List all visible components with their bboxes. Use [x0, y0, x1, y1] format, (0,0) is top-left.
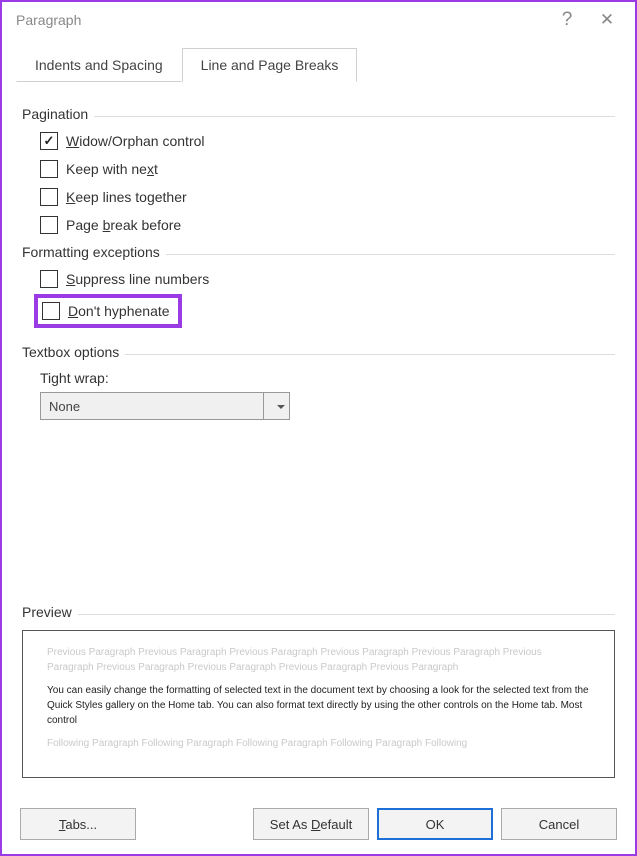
preview-previous: Previous Paragraph Previous Paragraph Pr…: [47, 645, 590, 675]
checkbox-suppress-line-numbers[interactable]: Suppress line numbers: [40, 270, 615, 288]
tab-indents-spacing[interactable]: Indents and Spacing: [16, 48, 182, 82]
section-preview: Preview: [22, 604, 72, 620]
close-icon: [600, 10, 614, 30]
section-textbox: Textbox options: [22, 344, 119, 360]
window-title: Paragraph: [16, 12, 81, 28]
divider: [94, 116, 615, 117]
divider: [125, 354, 615, 355]
select-value: None: [41, 399, 263, 414]
help-button[interactable]: [547, 5, 587, 35]
section-formatting: Formatting exceptions: [22, 244, 160, 260]
checkbox-icon: [40, 160, 58, 178]
preview-following: Following Paragraph Following Paragraph …: [47, 736, 590, 751]
tight-wrap-select[interactable]: None: [40, 392, 290, 420]
checkbox-icon: [40, 132, 58, 150]
checkbox-icon: [42, 302, 60, 320]
checkbox-keep-lines-together[interactable]: Keep lines together: [40, 188, 615, 206]
checkbox-page-break-before[interactable]: Page break before: [40, 216, 615, 234]
preview-sample-text: You can easily change the formatting of …: [47, 683, 590, 728]
close-button[interactable]: [587, 5, 627, 35]
divider: [166, 254, 615, 255]
checkbox-icon: [40, 216, 58, 234]
tab-line-page-breaks[interactable]: Line and Page Breaks: [182, 48, 358, 82]
chevron-down-icon: [263, 393, 289, 419]
tabs-button[interactable]: Tabs...: [20, 808, 136, 840]
help-icon: [562, 9, 573, 31]
checkbox-dont-hyphenate[interactable]: Don't hyphenate: [42, 302, 170, 320]
checkbox-keep-with-next[interactable]: Keep with next: [40, 160, 615, 178]
set-as-default-button[interactable]: Set As Default: [253, 808, 369, 840]
tight-wrap-label: Tight wrap:: [40, 370, 615, 386]
preview-box: Previous Paragraph Previous Paragraph Pr…: [22, 630, 615, 778]
section-pagination: Pagination: [22, 106, 88, 122]
highlight-annotation: Don't hyphenate: [34, 294, 182, 328]
checkbox-icon: [40, 188, 58, 206]
cancel-button[interactable]: Cancel: [501, 808, 617, 840]
checkbox-icon: [40, 270, 58, 288]
divider: [78, 614, 615, 615]
ok-button[interactable]: OK: [377, 808, 493, 840]
checkbox-widow-orphan[interactable]: Widow/Orphan control: [40, 132, 615, 150]
